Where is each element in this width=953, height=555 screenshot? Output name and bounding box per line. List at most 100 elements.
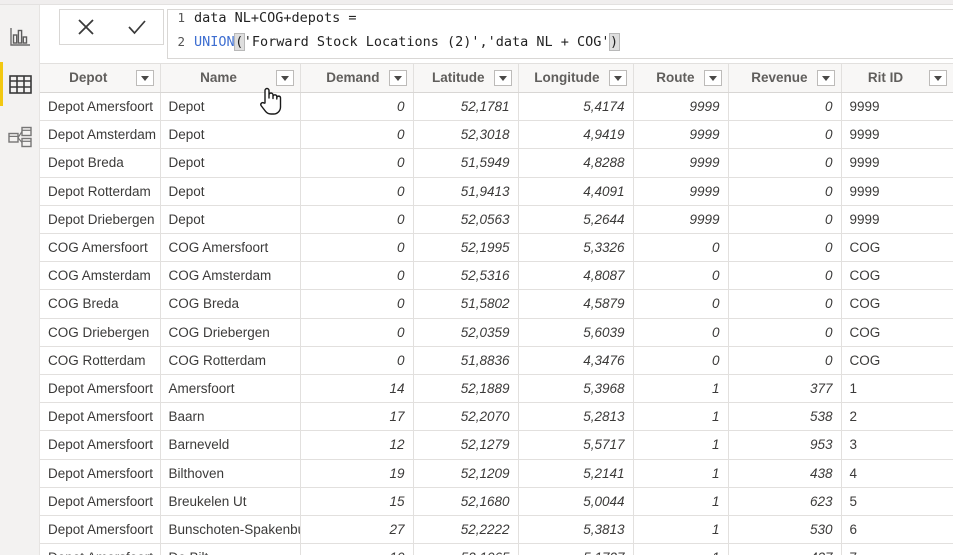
table-row[interactable]: COG Amersfoort COG Amersfoort 0 52,1995 5,33…: [40, 233, 953, 263]
column-filter-dropdown-rit-id[interactable]: [928, 70, 947, 86]
cell-longitude[interactable]: 5,3813: [518, 515, 634, 545]
cell-revenue[interactable]: 623: [728, 487, 842, 517]
cell-longitude[interactable]: 5,0044: [518, 487, 634, 517]
data-grid[interactable]: Depot Name Demand Latitude Longitude Route Rev…: [40, 63, 953, 555]
sidebar-item-data-view[interactable]: [0, 60, 40, 108]
cell-rit-id[interactable]: 2: [841, 402, 953, 432]
cell-latitude[interactable]: 52,1781: [413, 92, 519, 122]
cell-longitude[interactable]: 4,8288: [518, 148, 634, 178]
cell-name[interactable]: Depot: [160, 177, 301, 206]
cell-rit-id[interactable]: COG: [841, 261, 953, 291]
table-row[interactable]: Depot Amersfoort Barneveld 12 52,1279 5,5717…: [40, 430, 953, 460]
cell-latitude[interactable]: 52,1065: [413, 543, 519, 555]
cell-revenue[interactable]: 0: [728, 148, 842, 178]
cell-latitude[interactable]: 52,1995: [413, 233, 519, 263]
column-header-latitude[interactable]: Latitude: [413, 63, 519, 93]
cell-demand[interactable]: 27: [300, 515, 414, 545]
cell-rit-id[interactable]: 9999: [841, 148, 953, 178]
table-row[interactable]: Depot Amersfoort Bilthoven 19 52,1209 5,2141…: [40, 459, 953, 488]
cell-route[interactable]: 1: [633, 515, 729, 545]
cell-rit-id[interactable]: COG: [841, 346, 953, 376]
cell-latitude[interactable]: 51,8836: [413, 346, 519, 376]
column-filter-dropdown-longitude[interactable]: [608, 70, 627, 86]
cell-depot[interactable]: Depot Driebergen: [40, 205, 161, 235]
cell-latitude[interactable]: 51,5949: [413, 148, 519, 178]
cell-name[interactable]: Depot: [160, 92, 301, 122]
table-row[interactable]: Depot Amersfoort Baarn 17 52,2070 5,2813 1 538…: [40, 402, 953, 432]
cell-depot[interactable]: Depot Amersfoort: [40, 515, 161, 545]
cell-route[interactable]: 9999: [633, 205, 729, 235]
cell-route[interactable]: 0: [633, 261, 729, 291]
cell-rit-id[interactable]: 1: [841, 374, 953, 404]
table-row[interactable]: Depot Amersfoort Breukelen Ut 15 52,1680 5,0…: [40, 487, 953, 517]
cell-latitude[interactable]: 52,0563: [413, 205, 519, 235]
column-filter-dropdown-route[interactable]: [703, 70, 722, 86]
cell-name[interactable]: De Bilt: [160, 543, 301, 555]
sidebar-item-report-view[interactable]: [0, 12, 40, 60]
cell-depot[interactable]: COG Rotterdam: [40, 346, 161, 376]
cell-demand[interactable]: 12: [300, 430, 414, 460]
table-row[interactable]: COG Driebergen COG Driebergen 0 52,0359 5,60…: [40, 318, 953, 347]
column-header-longitude[interactable]: Longitude: [518, 63, 634, 93]
column-header-rit-id[interactable]: Rit ID: [841, 63, 953, 93]
cell-revenue[interactable]: 0: [728, 177, 842, 206]
cell-revenue[interactable]: 953: [728, 430, 842, 460]
cell-depot[interactable]: COG Driebergen: [40, 318, 161, 347]
table-row[interactable]: COG Amsterdam COG Amsterdam 0 52,5316 4,8087…: [40, 261, 953, 291]
cell-revenue[interactable]: 0: [728, 318, 842, 347]
cell-revenue[interactable]: 538: [728, 402, 842, 432]
cell-demand[interactable]: 10: [300, 543, 414, 555]
cell-demand[interactable]: 14: [300, 374, 414, 404]
cell-route[interactable]: 0: [633, 233, 729, 263]
cell-longitude[interactable]: 4,3476: [518, 346, 634, 376]
sidebar-item-model-view[interactable]: [0, 113, 40, 161]
column-filter-dropdown-depot[interactable]: [135, 70, 154, 86]
cell-longitude[interactable]: 5,6039: [518, 318, 634, 347]
cell-rit-id[interactable]: 3: [841, 430, 953, 460]
cell-revenue[interactable]: 0: [728, 92, 842, 122]
table-row[interactable]: COG Rotterdam COG Rotterdam 0 51,8836 4,3476…: [40, 346, 953, 376]
cell-demand[interactable]: 0: [300, 92, 414, 122]
cell-rit-id[interactable]: 9999: [841, 205, 953, 235]
cell-demand[interactable]: 0: [300, 205, 414, 235]
cell-revenue[interactable]: 377: [728, 374, 842, 404]
cell-demand[interactable]: 0: [300, 177, 414, 206]
cell-longitude[interactable]: 5,2141: [518, 459, 634, 488]
table-row[interactable]: Depot AmersfoortBunschoten-Spakenburg275…: [40, 515, 953, 545]
cell-depot[interactable]: Depot Breda: [40, 148, 161, 178]
cell-name[interactable]: Depot: [160, 205, 301, 235]
cell-depot[interactable]: COG Breda: [40, 289, 161, 319]
cell-demand[interactable]: 15: [300, 487, 414, 517]
table-row[interactable]: Depot Rotterdam Depot 0 51,9413 4,4091 9999 0 9…: [40, 177, 953, 206]
cell-longitude[interactable]: 4,4091: [518, 177, 634, 206]
cell-latitude[interactable]: 52,1680: [413, 487, 519, 517]
cell-rit-id[interactable]: 9999: [841, 177, 953, 206]
cell-name[interactable]: Baarn: [160, 402, 301, 432]
cell-revenue[interactable]: 530: [728, 515, 842, 545]
cell-depot[interactable]: COG Amsterdam: [40, 261, 161, 291]
column-header-demand[interactable]: Demand: [300, 63, 414, 93]
cell-demand[interactable]: 19: [300, 459, 414, 488]
cell-revenue[interactable]: 0: [728, 346, 842, 376]
cell-name[interactable]: Amersfoort: [160, 374, 301, 404]
cell-latitude[interactable]: 52,0359: [413, 318, 519, 347]
column-filter-dropdown-name[interactable]: [275, 70, 294, 86]
cell-latitude[interactable]: 52,5316: [413, 261, 519, 291]
cell-revenue[interactable]: 0: [728, 289, 842, 319]
cell-route[interactable]: 9999: [633, 92, 729, 122]
cell-latitude[interactable]: 52,2070: [413, 402, 519, 432]
cell-route[interactable]: 1: [633, 374, 729, 404]
table-row[interactable]: Depot Breda Depot 0 51,5949 4,8288 9999 0 9999: [40, 148, 953, 178]
cell-rit-id[interactable]: COG: [841, 233, 953, 263]
cell-demand[interactable]: 0: [300, 261, 414, 291]
cell-depot[interactable]: Depot Amersfoort: [40, 543, 161, 555]
cell-longitude[interactable]: 5,2644: [518, 205, 634, 235]
cell-longitude[interactable]: 5,2813: [518, 402, 634, 432]
cell-latitude[interactable]: 52,1889: [413, 374, 519, 404]
cell-latitude[interactable]: 51,9413: [413, 177, 519, 206]
cell-longitude[interactable]: 5,5717: [518, 430, 634, 460]
column-header-revenue[interactable]: Revenue: [728, 63, 842, 93]
cell-revenue[interactable]: 0: [728, 120, 842, 150]
cell-rit-id[interactable]: 5: [841, 487, 953, 517]
cell-demand[interactable]: 0: [300, 289, 414, 319]
